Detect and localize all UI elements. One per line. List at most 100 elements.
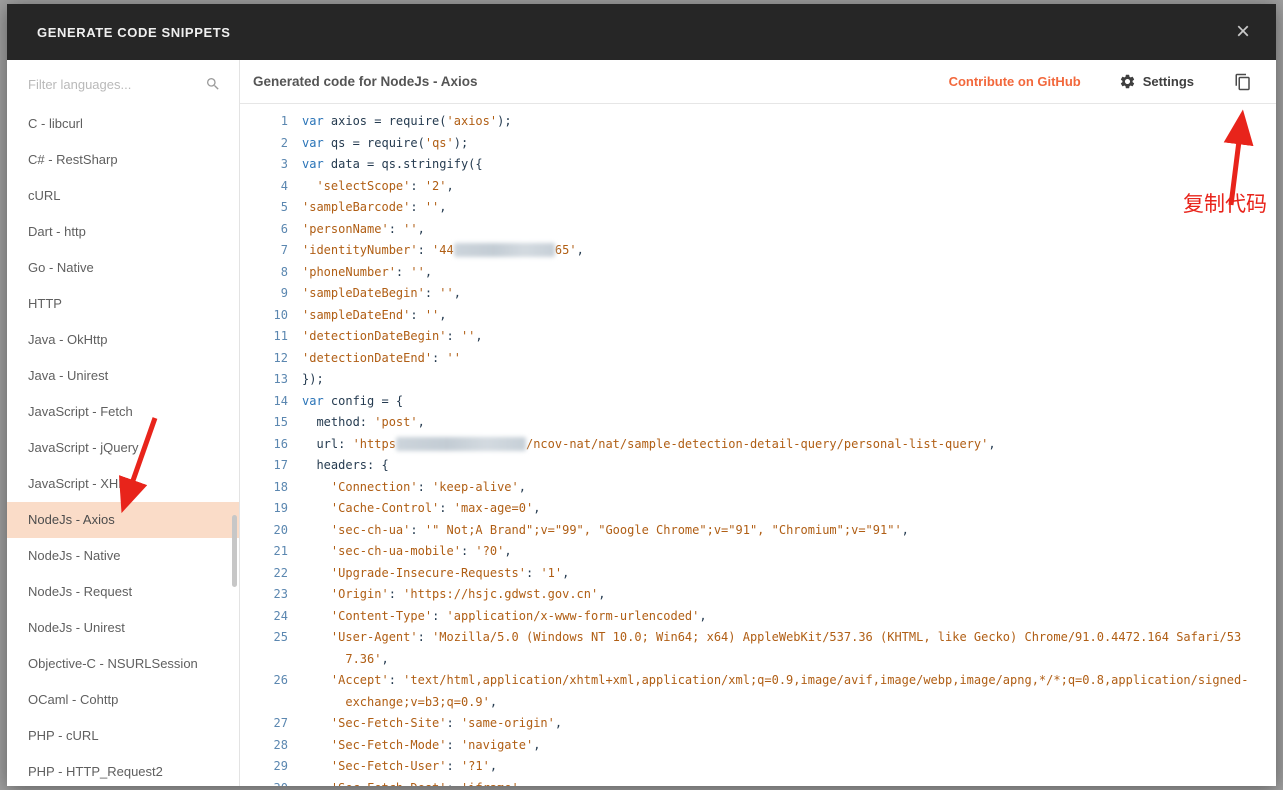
language-item[interactable]: NodeJs - Unirest [7,610,239,646]
line-number: 5 [280,200,288,214]
line-number: 2 [280,135,288,150]
generate-code-snippets-dialog: GENERATE CODE SNIPPETS × C - libcurlC# -… [7,4,1276,786]
line-number: 9 [280,286,288,300]
language-item[interactable]: C# - RestSharp [7,142,239,178]
line-number: 21 [273,544,288,558]
dialog-header: GENERATE CODE SNIPPETS × [7,4,1276,60]
language-item[interactable]: Objective-C - NSURLSession [7,646,239,682]
code-line: 19 'Cache-Control': 'max-age=0', [240,498,1276,520]
language-item[interactable]: PHP - cURL [7,718,239,754]
code-line: 22 'Upgrade-Insecure-Requests': '1', [240,563,1276,585]
language-item[interactable]: PHP - HTTP_Request2 [7,754,239,786]
line-number: 12 [273,350,288,365]
code-line: 15 method: 'post', [240,412,1276,434]
line-number: 28 [273,737,288,752]
line-number: 23 [273,587,288,601]
code-line: 29 'Sec-Fetch-User': '?1', [240,756,1276,778]
line-number: 17 [273,458,288,472]
language-sidebar: C - libcurlC# - RestSharpcURLDart - http… [7,60,240,786]
code-line: 26 'Accept': 'text/html,application/xhtm… [240,670,1276,713]
filter-row [7,60,239,98]
language-item[interactable]: Java - OkHttp [7,322,239,358]
code-line: 5'sampleBarcode': '', [240,197,1276,219]
code-line: 4 'selectScope': '2', [240,176,1276,198]
code-line: 6'personName': '', [240,219,1276,241]
code-line: 9'sampleDateBegin': '', [240,283,1276,305]
language-item-selected[interactable]: NodeJs - Axios [7,502,239,538]
copy-icon [1234,73,1252,91]
settings-button[interactable]: Settings [1119,73,1194,90]
code-line: 1 var axios = require('axios'); [240,111,1276,133]
generated-code-title: Generated code for NodeJs - Axios [253,74,478,89]
language-item[interactable]: Java - Unirest [7,358,239,394]
search-icon [205,76,221,92]
copy-code-button[interactable] [1234,73,1252,91]
code-line: 27 'Sec-Fetch-Site': 'same-origin', [240,713,1276,735]
language-item[interactable]: JavaScript - Fetch [7,394,239,430]
language-list: C - libcurl C# - RestSharp cURL Dart - http… [7,106,239,786]
gear-icon [1119,73,1136,90]
code-line: 3 var data = qs.stringify({ [240,154,1276,176]
code-line: 10'sampleDateEnd': '', [240,305,1276,327]
line-number: 22 [273,565,288,580]
line-number: 15 [273,415,288,429]
code-line: 30 'Sec-Fetch-Dest': 'iframe', [240,778,1276,787]
dialog-body: C - libcurlC# - RestSharpcURLDart - http… [7,60,1276,786]
code-line: 17 headers: { [240,455,1276,477]
line-number: 11 [273,329,288,343]
code-line: 23 'Origin': 'https://hsjc.gdwst.gov.cn'… [240,584,1276,606]
line-number: 14 [273,393,288,408]
line-number: 13 [273,372,288,386]
redacted-text: xxxxxxxxxxxxxxxxxx [395,436,526,451]
code-line: 28 'Sec-Fetch-Mode': 'navigate', [240,735,1276,757]
line-number: 25 [273,630,288,644]
line-number: 27 [273,716,288,730]
settings-label: Settings [1142,74,1194,89]
sidebar-scrollbar-thumb[interactable] [232,515,237,587]
language-item[interactable]: Dart - http [7,214,239,250]
code-line: 20 'sec-ch-ua': '" Not;A Brand";v="99", … [240,520,1276,542]
code-line: 24 'Content-Type': 'application/x-www-fo… [240,606,1276,628]
contribute-on-github-link[interactable]: Contribute on GitHub [949,74,1081,89]
line-number: 7 [280,243,288,257]
line-number: 6 [280,221,288,236]
code-line: 7'identityNumber': '44xxxxxxxxxxxxxx65', [240,240,1276,262]
language-item[interactable]: OCaml - Cohttp [7,682,239,718]
line-number: 20 [273,522,288,537]
language-item[interactable]: C - libcurl [7,106,239,142]
language-item[interactable]: Go - Native [7,250,239,286]
line-number: 26 [273,673,288,687]
code-lines: 1 var axios = require('axios'); 2 var qs = … [240,104,1276,786]
code-line: 2 var qs = require('qs'); [240,133,1276,155]
language-item[interactable]: HTTP [7,286,239,322]
line-number: 10 [273,307,288,322]
code-line: 21 'sec-ch-ua-mobile': '?0', [240,541,1276,563]
code-line: 14 var config = { [240,391,1276,413]
line-number: 1 [280,114,288,128]
line-number: 3 [280,157,288,171]
code-line: 25 'User-Agent': 'Mozilla/5.0 (Windows N… [240,627,1276,670]
language-item[interactable]: JavaScript - jQuery [7,430,239,466]
language-item[interactable]: NodeJs - Request [7,574,239,610]
close-icon[interactable]: × [1236,20,1250,44]
dialog-title: GENERATE CODE SNIPPETS [37,24,231,40]
header-actions: Contribute on GitHub Settings [949,73,1252,91]
line-number: 19 [273,501,288,515]
line-number: 30 [240,778,288,787]
code-line: 18 'Connection': 'keep-alive', [240,477,1276,499]
code-panel: Generated code for NodeJs - Axios Contri… [240,60,1276,786]
code-line: 8'phoneNumber': '', [240,262,1276,284]
code-line: 13}); [240,369,1276,391]
line-number: 18 [273,479,288,494]
code-line: 11'detectionDateBegin': '', [240,326,1276,348]
language-item[interactable]: cURL [7,178,239,214]
line-number: 29 [273,759,288,773]
language-item[interactable]: NodeJs - Native [7,538,239,574]
redacted-text: xxxxxxxxxxxxxx [453,243,555,257]
line-number: 24 [273,608,288,623]
line-number: 16 [273,436,288,451]
language-item[interactable]: JavaScript - XHR [7,466,239,502]
filter-languages-input[interactable] [28,76,205,92]
code-line: 12'detectionDateEnd': '' [240,348,1276,370]
code-line: 16 url: 'httpsxxxxxxxxxxxxxxxxxx/ncov-na… [240,434,1276,456]
